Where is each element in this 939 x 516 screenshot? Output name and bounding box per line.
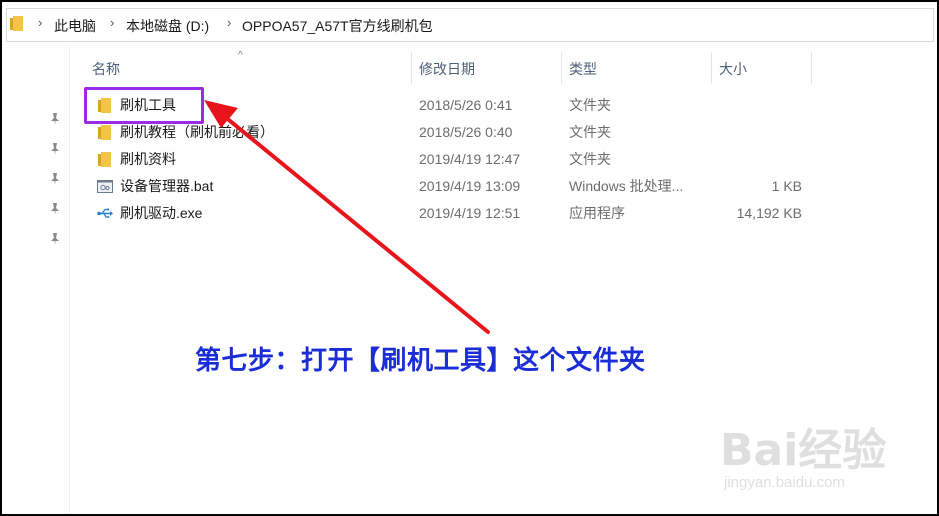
highlight-box xyxy=(84,87,204,124)
pin-icon[interactable] xyxy=(48,112,62,126)
folder-icon xyxy=(10,16,23,31)
file-date: 2018/5/26 0:40 xyxy=(419,124,513,140)
watermark-url: jingyan.baidu.com xyxy=(724,474,845,491)
pin-icon[interactable] xyxy=(48,172,62,186)
file-name[interactable]: 刷机驱动.exe xyxy=(120,200,202,227)
file-type: Windows 批处理... xyxy=(569,178,684,194)
navigation-pane xyxy=(2,46,70,514)
file-row[interactable]: 设备管理器.bat 2019/4/19 13:09 Windows 批处理...… xyxy=(70,173,810,200)
breadcrumb-item-this-pc[interactable]: 此电脑 xyxy=(54,16,96,36)
chevron-right-icon: › xyxy=(38,15,43,30)
instruction-text: 第七步：打开【刷机工具】这个文件夹 xyxy=(195,345,646,375)
bat-file-icon xyxy=(97,180,113,193)
column-headers: 名称 修改日期 类型 大小 xyxy=(70,52,937,84)
file-type: 应用程序 xyxy=(569,205,625,221)
baidu-jingyan-watermark: Bai经验 jingyan.baidu.com xyxy=(716,414,926,504)
file-date: 2019/4/19 12:51 xyxy=(419,205,521,221)
chevron-right-icon: › xyxy=(227,15,232,30)
column-header-size[interactable]: 大小 xyxy=(711,52,811,84)
column-header-name[interactable]: 名称 xyxy=(84,52,414,84)
column-header-type[interactable]: 类型 xyxy=(561,52,711,84)
file-date: 2018/5/26 0:41 xyxy=(419,97,513,113)
file-name[interactable]: 刷机资料 xyxy=(120,146,176,173)
folder-icon xyxy=(98,125,111,140)
column-divider[interactable] xyxy=(811,52,812,84)
file-date: 2019/4/19 13:09 xyxy=(419,178,521,194)
pin-icon[interactable] xyxy=(48,232,62,246)
file-type: 文件夹 xyxy=(569,97,611,113)
file-name[interactable]: 设备管理器.bat xyxy=(120,173,213,200)
breadcrumb-item-drive-d[interactable]: 本地磁盘 (D:) xyxy=(126,16,209,36)
chevron-right-icon: › xyxy=(110,15,115,30)
explorer-window: › 此电脑 › 本地磁盘 (D:) › OPPOA57_A57T官方线刷机包 ^… xyxy=(2,2,937,514)
watermark-brand: Bai经验 xyxy=(720,425,887,476)
file-type: 文件夹 xyxy=(569,151,611,167)
folder-icon xyxy=(98,152,111,167)
file-type: 文件夹 xyxy=(569,124,611,140)
pin-icon[interactable] xyxy=(48,142,62,156)
address-bar[interactable]: › 此电脑 › 本地磁盘 (D:) › OPPOA57_A57T官方线刷机包 xyxy=(2,2,937,46)
file-row[interactable]: 刷机驱动.exe 2019/4/19 12:51 应用程序 14,192 KB xyxy=(70,200,810,227)
file-row[interactable]: 刷机资料 2019/4/19 12:47 文件夹 xyxy=(70,146,810,173)
file-size: 14,192 KB xyxy=(736,205,802,221)
file-size: 1 KB xyxy=(771,178,802,194)
file-date: 2019/4/19 12:47 xyxy=(419,151,521,167)
pin-icon[interactable] xyxy=(48,202,62,216)
breadcrumb-item-current-folder[interactable]: OPPOA57_A57T官方线刷机包 xyxy=(242,16,433,36)
usb-icon xyxy=(97,208,113,218)
column-header-date[interactable]: 修改日期 xyxy=(411,52,561,84)
